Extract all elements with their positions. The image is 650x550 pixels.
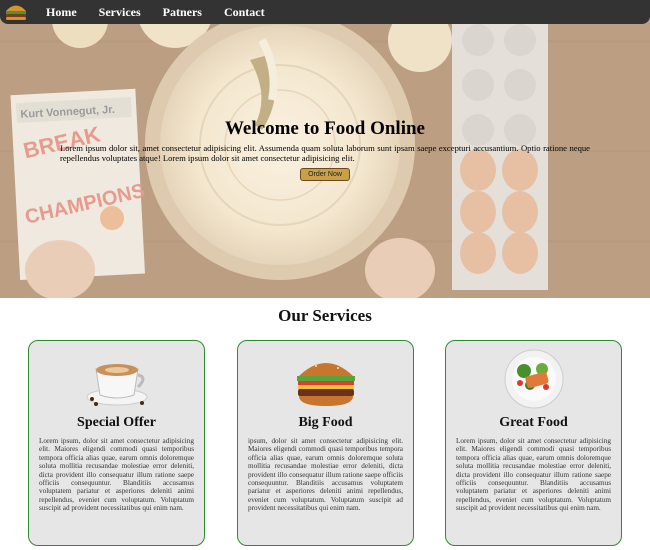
service-card-special-offer: Special Offer Lorem ipsum, dolor sit ame… <box>28 340 205 546</box>
nav-link-services[interactable]: Services <box>99 5 141 20</box>
salmon-salad-image <box>456 345 611 413</box>
order-now-button[interactable]: Order Now <box>300 168 350 181</box>
hero-section: Kurt Vonnegut, Jr. BREAK CHAMPIONS Welco… <box>0 0 650 298</box>
burger-image <box>248 345 403 413</box>
card-title: Special Offer <box>77 415 156 430</box>
nav-link-contact[interactable]: Contact <box>224 5 265 20</box>
nav-link-home[interactable]: Home <box>46 5 77 20</box>
card-description: ipsum, dolor sit amet consectetur adipis… <box>248 437 403 513</box>
hero-title: Welcome to Food Online <box>224 118 425 139</box>
card-description: Lorem ipsum, dolor sit amet consectetur … <box>456 437 611 513</box>
card-description: Lorem ipsum, dolor sit amet consectetur … <box>39 437 194 513</box>
hero-description: Lorem ipsum dolor sit, amet consectetur … <box>60 143 590 163</box>
coffee-cup-image <box>39 345 194 413</box>
card-title: Big Food <box>298 415 353 430</box>
hero-content: Welcome to Food Online Lorem ipsum dolor… <box>60 118 590 181</box>
service-card-big-food: Big Food ipsum, dolor sit amet consectet… <box>237 340 414 546</box>
service-card-great-food: Great Food Lorem ipsum, dolor sit amet c… <box>445 340 622 546</box>
burger-logo-icon[interactable] <box>4 1 30 23</box>
nav-link-partners[interactable]: Patners <box>163 5 202 20</box>
card-title: Great Food <box>499 415 568 430</box>
services-heading: Our Services <box>278 306 372 325</box>
top-navbar: Home Services Patners Contact <box>0 0 650 24</box>
